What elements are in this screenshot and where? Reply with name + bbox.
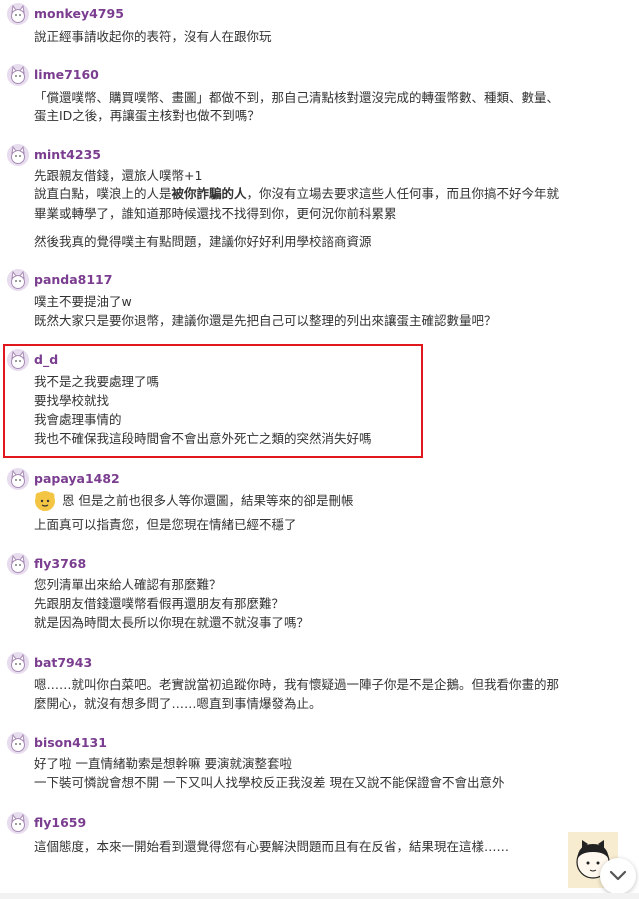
scroll-down-button[interactable] xyxy=(600,858,636,894)
user-avatar-icon[interactable] xyxy=(7,269,29,291)
comment-text: 我不是之我要處理了嗎 xyxy=(34,374,160,389)
user-avatar-icon[interactable] xyxy=(7,652,29,674)
comment-text: 好了啦 一直情緒勒索是想幹嘛 要演就演整套啦 xyxy=(34,756,292,771)
username-link[interactable]: lime7160 xyxy=(34,67,99,83)
comment-text: 說正經事請收起你的表符，沒有人在跟你玩 xyxy=(34,29,272,44)
chevron-down-icon xyxy=(609,870,627,881)
username-link[interactable]: bat7943 xyxy=(34,655,92,671)
username-link[interactable]: d_d xyxy=(34,352,58,368)
comment-text: 要找學校就找 xyxy=(34,393,110,408)
bottom-bar xyxy=(0,893,639,899)
comment-text: 您列清單出來給人確認有那麼難？ xyxy=(34,577,222,592)
username-link[interactable]: panda8117 xyxy=(34,272,112,288)
comment-text: 然後我真的覺得噗主有點問題，建議你好好利用學校諮商資源 xyxy=(34,234,372,249)
username-link[interactable]: fly3768 xyxy=(34,556,86,572)
comment-text: 我會處理事情的 xyxy=(34,412,122,427)
username-link[interactable]: monkey4795 xyxy=(34,6,124,22)
user-avatar-icon[interactable] xyxy=(7,812,29,834)
comment-text-part: ，你沒有立場去要求這些人任何事，而且你搞不好今年就 xyxy=(246,186,560,201)
comment-text: 蛋主ID之後，再讓蛋主核對也做不到嗎？ xyxy=(34,108,260,123)
comment-text: 就是因為時間太長所以你現在就還不就沒事了嗎？ xyxy=(34,615,310,630)
username-link[interactable]: bison4131 xyxy=(34,735,107,751)
comment-text: 既然大家只是要你退幣，建議你還是先把自己可以整理的列出來讓蛋主確認數量吧？ xyxy=(34,313,497,328)
user-avatar-icon[interactable] xyxy=(7,64,29,86)
username-link[interactable]: fly1659 xyxy=(34,815,86,831)
comment-text: 我也不確保我這段時間會不會出意外死亡之類的突然消失好嗎 xyxy=(34,431,372,446)
comment-text: 麼開心，就沒有想多問了……嗯直到事情爆發為止。 xyxy=(34,696,322,711)
comment-text: 畢業或轉學了，誰知道那時候還找不找得到你，更何況你前科累累 xyxy=(34,206,397,221)
comment-text: 「償還噗幣、購買噗幣、畫圖」都做不到，那自己清點核對還沒完成的轉蛋幣數、種類、數… xyxy=(34,90,560,105)
user-avatar-icon[interactable] xyxy=(7,553,29,575)
username-link[interactable]: mint4235 xyxy=(34,147,101,163)
user-avatar-icon[interactable] xyxy=(7,349,29,371)
user-avatar-icon[interactable] xyxy=(7,732,29,754)
comment-text: 噗主不要提油了w xyxy=(34,294,132,309)
comment-text: 嗯……就叫你白菜吧。老實說當初追蹤你時，我有懷疑過一陣子你是不是企鵝。但我看你畫… xyxy=(34,677,560,692)
comment-text: 說直白點，噗浪上的人是被你詐騙的人，你沒有立場去要求這些人任何事，而且你搞不好今… xyxy=(34,185,559,203)
comment-text: 這個態度，本來一開始看到還覺得您有心要解決問題而且有在反省，結果現在這樣…… xyxy=(34,839,510,854)
user-avatar-icon[interactable] xyxy=(7,3,29,25)
user-avatar-icon[interactable] xyxy=(7,144,29,166)
comment-text: 一下裝可憐說會想不開 一下又叫人找學校反正我沒差 現在又說不能保證會不會出意外 xyxy=(34,775,505,790)
emoticon-icon xyxy=(34,490,56,512)
user-avatar-icon[interactable] xyxy=(7,468,29,490)
comment-text: 先跟親友借錢，還旅人噗幣+1 xyxy=(34,168,203,183)
comment-text-bold: 被你詐騙的人 xyxy=(171,186,247,201)
comment-text: 先跟朋友借錢還噗幣看假再還朋友有那麼難？ xyxy=(34,596,285,611)
username-link[interactable]: papaya1482 xyxy=(34,471,120,487)
comment-text: 上面真可以指責您，但是您現在情緒已經不穩了 xyxy=(34,517,297,532)
comment-text-part: 說直白點，噗浪上的人是 xyxy=(34,186,172,201)
comment-text: 恩 但是之前也很多人等你還圖，結果等來的卻是刪帳 xyxy=(62,493,354,508)
